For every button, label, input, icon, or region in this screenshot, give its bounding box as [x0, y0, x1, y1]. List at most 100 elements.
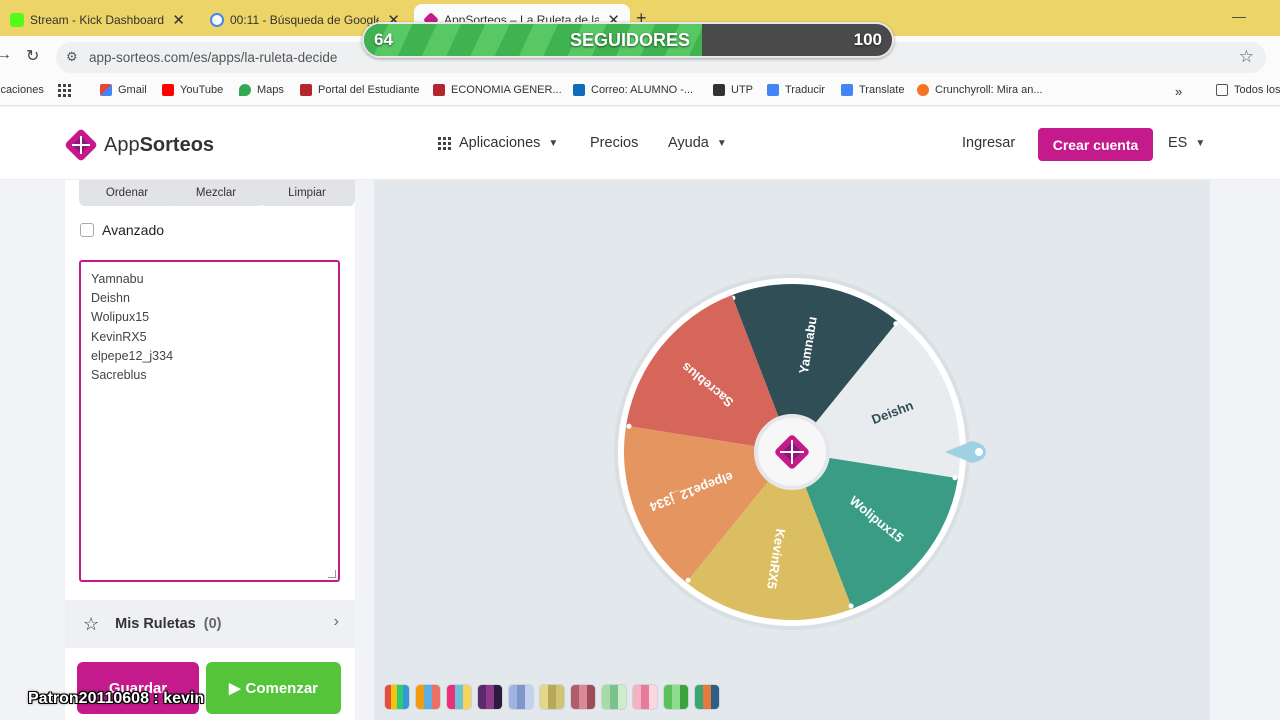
bookmark-utp[interactable]: UTP — [713, 84, 753, 96]
my-wheels-row[interactable]: ☆ Mis Ruletas (0) › — [65, 600, 355, 648]
followers-title: SEGUIDORES — [569, 30, 691, 50]
order-button[interactable]: Ordenar — [79, 180, 175, 206]
kick-favicon-icon — [10, 13, 24, 27]
wheel-peg — [952, 475, 958, 481]
palette-swatch[interactable] — [508, 684, 534, 710]
names-textarea[interactable]: Yamnabu Deishn Wolipux15 KevinRX5 elpepe… — [79, 260, 340, 582]
bookmark-traducir[interactable]: Traducir — [767, 84, 825, 96]
utp-icon — [713, 84, 725, 96]
bookmark-label: UTP — [731, 84, 753, 96]
palette-swatch[interactable] — [601, 684, 627, 710]
palette-swatch[interactable] — [477, 684, 503, 710]
login-link[interactable]: Ingresar — [962, 135, 1015, 151]
chevron-down-icon: ▼ — [548, 137, 559, 149]
bookmark-portal[interactable]: Portal del Estudiante — [300, 84, 420, 96]
palette-swatch[interactable] — [384, 684, 410, 710]
bookmark-gmail[interactable]: Gmail — [100, 84, 147, 96]
nav-label: Aplicaciones — [459, 135, 541, 151]
clear-button[interactable]: Limpiar — [259, 180, 355, 206]
tab-kick-dashboard[interactable]: Stream - Kick Dashboard ✕ — [0, 4, 195, 36]
name-entry: KevinRX5 — [91, 329, 147, 344]
name-entry: Wolipux15 — [91, 310, 150, 325]
chevron-down-icon: ▼ — [716, 137, 727, 149]
utp-icon — [300, 84, 312, 96]
bookmark-crunchyroll[interactable]: Crunchyroll: Mira an... — [917, 84, 1043, 96]
appsorteos-logo[interactable]: AppSorteos — [64, 128, 214, 162]
bookmark-star-icon[interactable]: ☆ — [1239, 47, 1254, 67]
maps-pin-icon — [239, 84, 251, 96]
tab-title: 00:11 - Búsqueda de Google — [230, 13, 380, 27]
bookmark-folder[interactable]: Todos los — [1216, 84, 1280, 96]
resize-handle-icon[interactable] — [328, 570, 336, 578]
bookmark-label: YouTube — [180, 84, 224, 96]
wheel-peg — [893, 321, 899, 327]
url-text: app-sorteos.com/es/apps/la-ruleta-decide — [89, 50, 338, 65]
palette-swatch[interactable] — [446, 684, 472, 710]
palette-swatch[interactable] — [415, 684, 441, 710]
nav-label: Ayuda — [668, 135, 709, 151]
close-tab-icon[interactable]: ✕ — [172, 11, 185, 29]
youtube-icon — [162, 84, 174, 96]
apps-grid-icon[interactable] — [58, 84, 79, 97]
star-icon: ☆ — [83, 613, 100, 634]
gmail-icon — [100, 84, 112, 96]
prize-wheel[interactable]: YamnabuDeishnWolipux15KevinRX5elpepe12_j… — [374, 180, 1210, 680]
palette-swatch[interactable] — [632, 684, 658, 710]
start-button[interactable]: ▶ Comenzar — [206, 662, 341, 714]
create-account-button[interactable]: Crear cuenta — [1038, 128, 1153, 161]
google-favicon-icon — [210, 13, 224, 27]
crunchyroll-icon — [917, 84, 929, 96]
wheel-peg — [848, 603, 854, 609]
bookmark-economia[interactable]: ECONOMIA GENER... — [433, 84, 562, 96]
translate-icon — [841, 84, 853, 96]
folder-icon — [1216, 84, 1228, 96]
minimize-window-icon[interactable]: — — [1232, 8, 1246, 24]
brand-prefix: App — [104, 133, 140, 156]
my-wheels-count: (0) — [203, 616, 222, 632]
brand-suffix: Sorteos — [139, 133, 215, 156]
palette-swatch[interactable] — [663, 684, 689, 710]
back-arrow-icon[interactable]: → — [0, 46, 12, 64]
bookmark-maps[interactable]: Maps — [239, 84, 284, 96]
color-palette-picker — [384, 684, 720, 710]
bookmark-youtube[interactable]: YouTube — [162, 84, 223, 96]
bookmark-label: icaciones — [0, 84, 44, 96]
site-header: AppSorteos Aplicaciones ▼ Precios Ayuda … — [0, 107, 1280, 180]
followers-goal-bar: 64 SEGUIDORES 100 — [362, 22, 894, 58]
stream-chat-message: Patron20110608 : kevin — [28, 690, 205, 707]
advanced-toggle[interactable]: Avanzado — [80, 222, 164, 238]
play-icon: ▶ — [228, 680, 241, 697]
advanced-label: Avanzado — [102, 222, 165, 238]
palette-swatch[interactable] — [539, 684, 565, 710]
language-selector[interactable]: ES ▼ — [1168, 135, 1205, 151]
shuffle-button[interactable]: Mezclar — [168, 180, 264, 206]
nav-aplicaciones[interactable]: Aplicaciones ▼ — [438, 135, 558, 151]
name-entry: Yamnabu — [91, 272, 144, 286]
bookmarks-bar: icaciones Gmail YouTube Maps Portal del … — [0, 78, 1280, 106]
apps-grid-icon — [438, 136, 451, 150]
site-settings-icon[interactable]: ⚙ — [66, 49, 78, 65]
bookmark-label: Maps — [257, 84, 284, 96]
tab-title: Stream - Kick Dashboard — [30, 13, 165, 27]
bookmark-correo[interactable]: Correo: ALUMNO -... — [573, 84, 693, 96]
name-entry: elpepe12_j334 — [91, 348, 174, 363]
palette-swatch[interactable] — [570, 684, 596, 710]
wheel-peg — [685, 577, 691, 583]
advanced-checkbox[interactable] — [80, 223, 94, 237]
palette-swatch[interactable] — [694, 684, 720, 710]
translate-icon — [767, 84, 779, 96]
bookmark-translate[interactable]: Translate — [841, 84, 904, 96]
reload-icon[interactable]: ↻ — [26, 46, 39, 66]
wheel-area: Yamnabu Deishn Wolipux15 KevinRX5 elpepe12_j… — [374, 180, 1210, 720]
bookmark-item[interactable]: icaciones — [0, 84, 44, 96]
more-bookmarks-icon[interactable]: » — [1175, 84, 1182, 99]
wheel-peg — [626, 423, 632, 429]
nav-precios[interactable]: Precios — [590, 135, 638, 151]
name-entry: Sacreblus — [91, 367, 147, 382]
appsorteos-logo-icon — [65, 129, 97, 161]
bookmark-label: Todos los — [1234, 84, 1280, 96]
start-label: Comenzar — [245, 679, 319, 697]
nav-ayuda[interactable]: Ayuda ▼ — [668, 135, 727, 151]
chevron-right-icon: › — [333, 613, 339, 630]
my-wheels-label: Mis Ruletas — [115, 616, 196, 632]
